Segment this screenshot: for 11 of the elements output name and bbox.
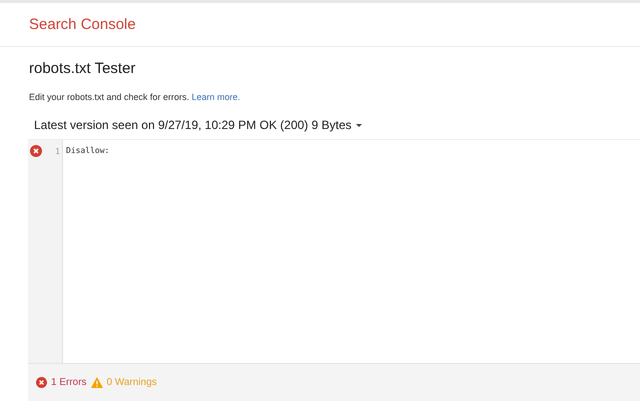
page-title: robots.txt Tester <box>29 60 136 77</box>
version-dropdown[interactable]: Latest version seen on 9/27/19, 10:29 PM OK (200) 9 Bytes <box>28 118 362 132</box>
error-count: 1 Errors <box>51 377 87 388</box>
code-line[interactable]: Disallow: <box>66 145 640 157</box>
warning-count: 0 Warnings <box>106 377 157 388</box>
warning-icon <box>90 377 103 388</box>
app-title: Search Console <box>29 16 136 33</box>
description: Edit your robots.txt and check for errors. Learn more. <box>29 92 242 102</box>
line-number: 1 <box>55 146 60 156</box>
learn-more-link[interactable]: Learn more. <box>192 92 240 102</box>
error-icon <box>36 377 47 388</box>
